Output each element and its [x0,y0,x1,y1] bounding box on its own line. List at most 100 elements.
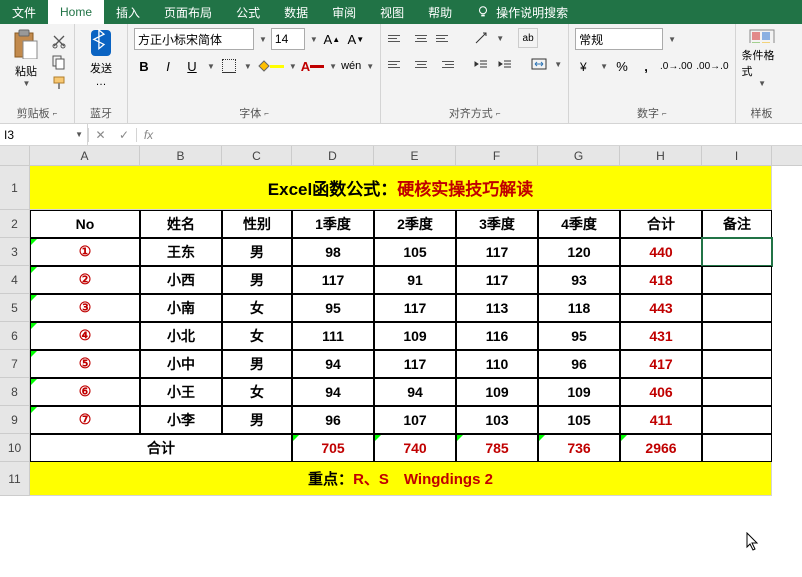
chevron-down-icon[interactable]: ▼ [244,62,252,71]
cell[interactable]: 118 [538,294,620,322]
tab-layout[interactable]: 页面布局 [152,0,224,24]
font-name-select[interactable] [134,28,254,50]
cell[interactable] [702,294,772,322]
cell[interactable]: 103 [456,406,538,434]
cell[interactable]: 94 [374,378,456,406]
cell[interactable] [702,266,772,294]
cell[interactable]: 女 [222,294,292,322]
fill-color-button[interactable] [256,56,284,76]
cell[interactable]: 113 [456,294,538,322]
cell[interactable] [702,322,772,350]
border-button[interactable] [219,56,239,76]
row-header-3[interactable]: 3 [0,238,30,266]
confirm-button[interactable]: ✓ [112,128,136,142]
cell[interactable]: 406 [620,378,702,406]
bold-button[interactable]: B [134,56,154,76]
cell[interactable]: 418 [620,266,702,294]
cell[interactable]: 98 [292,238,374,266]
copy-button[interactable] [50,53,68,71]
col-header-A[interactable]: A [30,146,140,165]
cell[interactable]: 440 [620,238,702,266]
cell[interactable]: 109 [456,378,538,406]
cell[interactable]: 107 [374,406,456,434]
chevron-down-icon[interactable]: ▼ [310,35,318,44]
formula-input[interactable] [160,124,802,145]
row-header-2[interactable]: 2 [0,210,30,238]
row-header-5[interactable]: 5 [0,294,30,322]
name-box[interactable]: I3▼ [0,124,88,145]
cell[interactable]: 93 [538,266,620,294]
cell[interactable] [702,238,772,266]
cell[interactable]: 94 [292,350,374,378]
cell[interactable]: 110 [456,350,538,378]
percent-button[interactable]: % [612,56,632,76]
align-left-button[interactable] [387,55,407,73]
dialog-launcher-icon[interactable]: ⌐ [264,109,269,118]
cell[interactable]: 117 [456,238,538,266]
cell[interactable]: 小北 [140,322,222,350]
col-header-H[interactable]: H [620,146,702,165]
cell[interactable]: ④ [30,322,140,350]
paste-button[interactable]: 粘贴 ▼ [6,28,46,88]
cut-button[interactable] [50,32,68,50]
tab-file[interactable]: 文件 [0,0,48,24]
row-header-10[interactable]: 10 [0,434,30,462]
orientation-button[interactable] [471,28,491,48]
cell[interactable]: 431 [620,322,702,350]
cell[interactable]: 1季度 [292,210,374,238]
cell[interactable]: 95 [292,294,374,322]
col-header-F[interactable]: F [456,146,538,165]
chevron-down-icon[interactable]: ▼ [496,34,504,43]
cell[interactable]: 109 [538,378,620,406]
cell[interactable]: 736 [538,434,620,462]
col-header-C[interactable]: C [222,146,292,165]
cell[interactable]: 785 [456,434,538,462]
cell[interactable]: 117 [292,266,374,294]
cell[interactable]: 94 [292,378,374,406]
cell[interactable]: ① [30,238,140,266]
shrink-font-button[interactable]: A▼ [346,29,366,49]
tab-insert[interactable]: 插入 [104,0,152,24]
tab-formula[interactable]: 公式 [224,0,272,24]
tab-data[interactable]: 数据 [272,0,320,24]
cell[interactable]: 男 [222,238,292,266]
grow-font-button[interactable]: A▲ [322,29,342,49]
tab-home[interactable]: Home [48,0,104,24]
chevron-down-icon[interactable]: ▼ [259,35,267,44]
cell[interactable]: 合计 [30,434,292,462]
cell[interactable]: 417 [620,350,702,378]
cell[interactable]: ⑥ [30,378,140,406]
cell[interactable]: 111 [292,322,374,350]
dialog-launcher-icon[interactable]: ⌐ [496,109,501,118]
cell[interactable]: 小南 [140,294,222,322]
cell[interactable] [702,350,772,378]
cell[interactable]: ⑤ [30,350,140,378]
cells-area[interactable]: Excel函数公式：硬核实操技巧解读No姓名性别1季度2季度3季度4季度合计备注… [30,166,802,496]
cell[interactable]: 117 [456,266,538,294]
cell[interactable]: 男 [222,406,292,434]
increase-decimal-button[interactable]: .0→.00 [660,56,692,76]
cell[interactable]: No [30,210,140,238]
fx-button[interactable]: fx [136,128,160,142]
cell[interactable]: 合计 [620,210,702,238]
select-all-corner[interactable] [0,146,30,165]
tell-me[interactable]: 操作说明搜索 [464,0,580,24]
chevron-down-icon[interactable]: ▼ [329,62,337,71]
cell[interactable]: 105 [538,406,620,434]
conditional-format-button[interactable]: 条件格式 ▼ [742,28,782,88]
cell[interactable]: 4季度 [538,210,620,238]
cell[interactable] [702,434,772,462]
tab-view[interactable]: 视图 [368,0,416,24]
chevron-down-icon[interactable]: ▼ [75,130,83,139]
cell[interactable]: 王东 [140,238,222,266]
cell[interactable]: 740 [374,434,456,462]
dialog-launcher-icon[interactable]: ⌐ [53,109,58,118]
phonetic-button[interactable]: wén [341,56,361,76]
accounting-format-button[interactable]: ¥ [575,56,595,76]
cell[interactable]: 备注 [702,210,772,238]
cell[interactable]: 91 [374,266,456,294]
cell[interactable]: 小王 [140,378,222,406]
cell[interactable]: 120 [538,238,620,266]
cell[interactable]: 96 [538,350,620,378]
cell[interactable]: 小中 [140,350,222,378]
